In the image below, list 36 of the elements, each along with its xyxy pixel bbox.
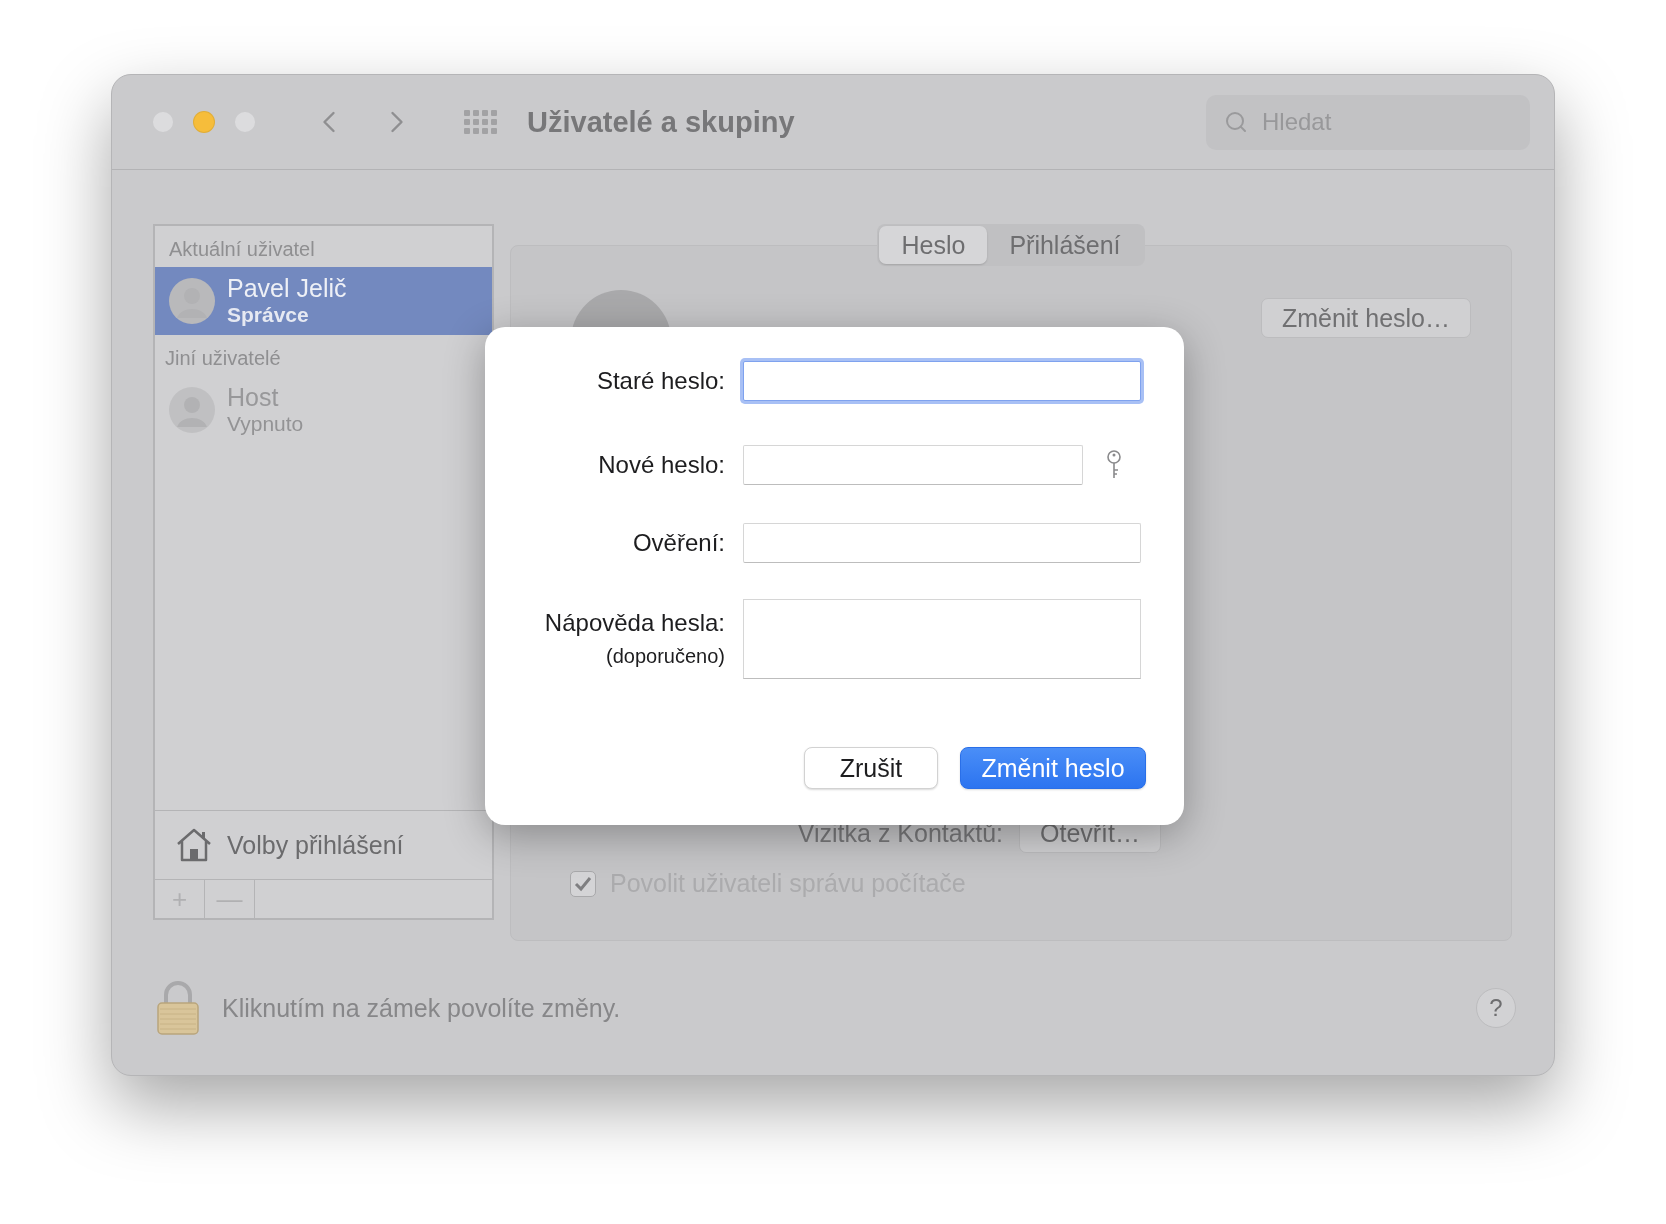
- user-name: Host: [227, 383, 280, 412]
- tab[interactable]: Heslo: [879, 226, 988, 265]
- hint-field[interactable]: [743, 599, 1141, 679]
- field-label: Staré heslo:: [596, 367, 725, 395]
- user-role: Vypnuto: [227, 411, 304, 438]
- user-row[interactable]: Pavel Jelič Správce: [155, 267, 492, 336]
- confirm-button[interactable]: Změnit heslo: [960, 747, 1146, 789]
- login-options-item[interactable]: Volby přihlášení: [155, 810, 492, 881]
- contact-card-label: Vizitka z Kontaktů:: [797, 818, 1003, 848]
- change-password-button[interactable]: Změnit heslo…: [1260, 298, 1471, 339]
- avatar-placeholder: [169, 387, 215, 434]
- field-label: Ověření:: [632, 529, 725, 557]
- search-icon: [1224, 109, 1248, 134]
- lock-hint: Kliknutím na zámek povolíte změny.: [222, 993, 622, 1023]
- admin-checkbox[interactable]: [570, 870, 596, 897]
- key-icon[interactable]: [1105, 450, 1123, 480]
- avatar-placeholder: [169, 278, 215, 325]
- password-field[interactable]: [743, 361, 1141, 401]
- section-heading: Aktuální uživatel: [168, 237, 316, 263]
- field-note: (doporučeno): [606, 645, 725, 668]
- user-name: Pavel Jelič: [227, 274, 347, 303]
- padlock-icon[interactable]: [156, 980, 200, 1037]
- window-title: Uživatelé a skupiny: [527, 105, 796, 139]
- user-role: Správce: [227, 302, 310, 329]
- cancel-button[interactable]: Zrušit: [804, 747, 938, 789]
- field-label: Nové heslo:: [598, 451, 725, 479]
- tab[interactable]: Přihlášení: [987, 226, 1143, 265]
- section-heading: Jiní uživatelé: [164, 346, 282, 372]
- password-field[interactable]: [743, 445, 1083, 485]
- field-label: Nápověda hesla:: [544, 609, 725, 637]
- password-field[interactable]: [743, 523, 1141, 563]
- help-button[interactable]: ?: [1476, 988, 1516, 1029]
- house-icon: [175, 827, 213, 864]
- app-grid-icon[interactable]: [463, 108, 499, 136]
- checkmark-icon: [574, 875, 592, 892]
- minimize-button[interactable]: [193, 111, 215, 134]
